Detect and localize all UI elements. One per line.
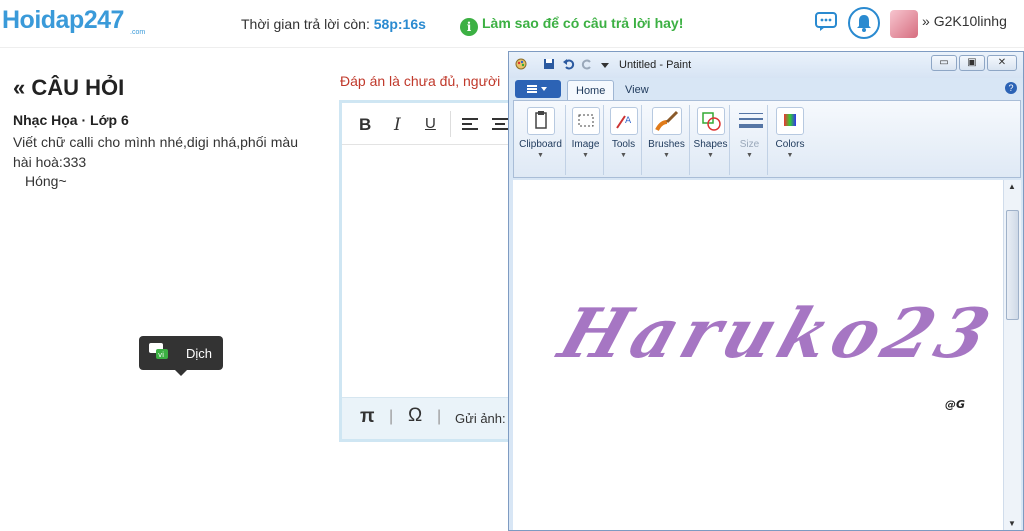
chevron-down-icon: ▼: [620, 152, 627, 159]
question-body: Viết chữ calli cho mình nhé,digi nhá,phố…: [13, 134, 298, 170]
shapes-icon: [696, 107, 725, 135]
align-center-icon[interactable]: [492, 117, 508, 131]
paint-app-icon: [515, 58, 527, 70]
undo-icon[interactable]: [563, 58, 575, 70]
tip-text: Làm sao để có câu trả lời hay!: [482, 15, 684, 31]
chevron-down-icon: ▼: [786, 152, 794, 159]
chevron-down-icon: ▼: [663, 152, 670, 159]
paint-titlebar[interactable]: Untitled - Paint ▭ ▣ ✕: [509, 52, 1023, 78]
good-answer-tip-link[interactable]: i Làm sao để có câu trả lời hay!: [460, 15, 683, 36]
info-icon: i: [460, 18, 478, 36]
chevron-down-icon: »: [922, 13, 930, 29]
answer-warning: Đáp án là chưa đủ, người: [340, 73, 501, 89]
bold-button[interactable]: B: [359, 115, 371, 135]
tools-label: Tools: [611, 139, 636, 150]
timer-label: Thời gian trả lời còn:: [241, 16, 370, 32]
chevron-down-icon: ▼: [582, 152, 589, 159]
timer-value: 58p:16s: [373, 16, 426, 32]
redo-icon[interactable]: [581, 58, 593, 70]
calligraphy-artwork: Haruko23: [550, 294, 1005, 374]
username: G2K10linhg: [933, 13, 1007, 29]
maximize-button[interactable]: ▣: [959, 55, 985, 71]
ribbon-tabs: Home View ?: [513, 78, 1021, 100]
tools-icon: A: [609, 107, 638, 135]
chevron-down-icon: ▼: [707, 152, 714, 159]
question-signoff: Hóng~: [25, 173, 67, 189]
tab-home[interactable]: Home: [567, 80, 615, 100]
user-menu[interactable]: » G2K10linhg: [922, 13, 1007, 29]
italic-button[interactable]: I: [394, 115, 401, 135]
select-icon: [571, 107, 600, 135]
footer-divider: |: [437, 408, 442, 425]
logo-text: Hoidap247: [2, 6, 124, 34]
vertical-scrollbar[interactable]: ▲ ▼: [1003, 180, 1021, 530]
scrollbar-thumb[interactable]: [1006, 210, 1019, 320]
ribbon-tools[interactable]: A Tools ▼: [606, 105, 642, 175]
ribbon-size[interactable]: Size ▼: [732, 105, 768, 175]
question-heading[interactable]: « CÂU HỎI: [13, 75, 124, 101]
ribbon-shapes[interactable]: Shapes ▼: [692, 105, 730, 175]
size-icon: [736, 107, 764, 135]
special-char-button[interactable]: Ω: [408, 405, 422, 427]
translate-label: Dịch: [186, 346, 213, 361]
editor-footer: π | Ω | Gửi ảnh:: [342, 397, 536, 439]
tab-view[interactable]: View: [617, 80, 657, 100]
customize-quick-access-icon[interactable]: [599, 58, 611, 70]
footer-divider: |: [389, 408, 394, 425]
ribbon-colors[interactable]: Colors ▼: [770, 105, 810, 175]
upload-image-label[interactable]: Gửi ảnh:: [455, 411, 506, 426]
chat-icon[interactable]: [815, 12, 837, 32]
shapes-label: Shapes: [693, 139, 728, 150]
bell-icon: [857, 15, 871, 32]
clipboard-label: Clipboard: [519, 139, 562, 150]
close-button[interactable]: ✕: [987, 55, 1017, 71]
align-left-icon[interactable]: [462, 117, 478, 131]
top-header: Hoidap247 .com Thời gian trả lời còn: 58…: [0, 0, 1024, 48]
user-avatar[interactable]: [890, 10, 918, 38]
chevron-down-icon: ▼: [537, 152, 544, 159]
underline-button[interactable]: U: [425, 115, 436, 132]
paint-window[interactable]: Untitled - Paint ▭ ▣ ✕ Home View ? Clipb…: [508, 51, 1024, 531]
answer-timer: Thời gian trả lời còn: 58p:16s: [241, 16, 426, 32]
ribbon-clipboard[interactable]: Clipboard ▼: [516, 105, 566, 175]
artwork-signature: @G: [945, 398, 966, 411]
svg-text:vi: vi: [158, 351, 164, 359]
brushes-label: Brushes: [648, 139, 685, 150]
logo-domain: .com: [130, 29, 146, 36]
colors-label: Colors: [775, 139, 805, 150]
svg-text:A: A: [625, 116, 632, 126]
ribbon-image[interactable]: Image ▼: [568, 105, 604, 175]
scroll-down-icon[interactable]: ▼: [1008, 519, 1016, 528]
ribbon-brushes[interactable]: Brushes ▼: [644, 105, 690, 175]
math-pi-button[interactable]: π: [360, 406, 375, 428]
chevron-down-icon: ▼: [746, 152, 753, 159]
translate-icon: vi: [149, 343, 168, 359]
size-label: Size: [739, 139, 760, 150]
scroll-up-icon[interactable]: ▲: [1008, 182, 1016, 191]
brush-icon: [651, 107, 682, 135]
save-icon[interactable]: [543, 58, 555, 70]
site-logo[interactable]: Hoidap247: [2, 6, 124, 35]
image-label: Image: [571, 139, 600, 150]
paint-ribbon: Clipboard ▼ Image ▼ A Tools ▼ Brushes ▼ …: [513, 100, 1021, 178]
translate-tooltip[interactable]: vi Dịch: [139, 336, 223, 376]
paint-file-menu-button[interactable]: [515, 80, 561, 98]
minimize-button[interactable]: ▭: [931, 55, 957, 71]
toolbar-divider: [450, 111, 451, 137]
clipboard-icon: [526, 107, 555, 135]
colors-icon: [776, 107, 804, 135]
paint-window-title: Untitled - Paint: [619, 59, 692, 71]
question-subject-grade: Nhạc Họa · Lớp 6: [13, 112, 129, 128]
notification-bell-button[interactable]: [848, 7, 880, 39]
menu-icon: [527, 85, 547, 93]
editor-toolbar: B I U: [342, 103, 536, 145]
paint-canvas[interactable]: Haruko23 @G: [513, 180, 1005, 530]
help-icon[interactable]: ?: [1005, 82, 1017, 94]
